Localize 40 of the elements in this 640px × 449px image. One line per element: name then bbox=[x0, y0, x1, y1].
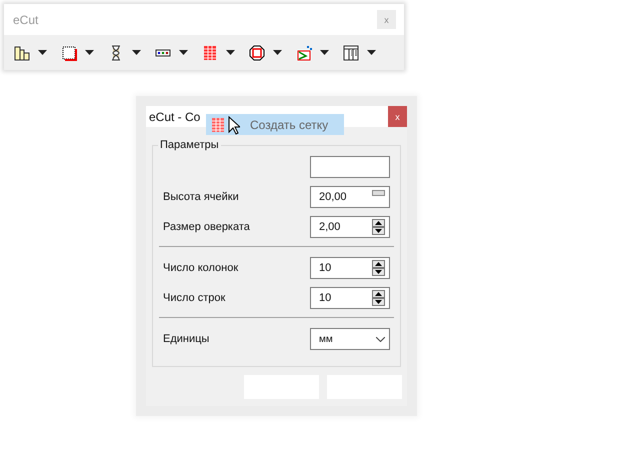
field-label: Размер оверката bbox=[163, 221, 250, 233]
spinner-icon[interactable] bbox=[372, 290, 385, 306]
window-title: eCut bbox=[13, 12, 38, 26]
spin-field[interactable]: 10 bbox=[310, 287, 390, 309]
field-value: 10 bbox=[319, 262, 332, 274]
field-label: Число колонок bbox=[163, 262, 238, 274]
field-value: мм bbox=[319, 334, 333, 344]
octagon-square-icon[interactable] bbox=[249, 44, 265, 60]
field-value: 10 bbox=[319, 292, 332, 304]
cursor-icon bbox=[228, 116, 240, 135]
dropdown-arrow-icon[interactable] bbox=[179, 50, 188, 55]
dialog-title: eCut - Со bbox=[149, 110, 200, 124]
dropdown-arrow-icon[interactable] bbox=[367, 50, 376, 55]
dropdown-field[interactable]: мм bbox=[310, 328, 390, 350]
dropdown-arrow-icon[interactable] bbox=[132, 50, 141, 55]
field-label: Высота ячейки bbox=[163, 191, 239, 203]
field-label: Единицы bbox=[163, 333, 210, 345]
dropdown-arrow-icon[interactable] bbox=[273, 50, 282, 55]
spinner-icon[interactable] bbox=[372, 260, 385, 276]
dropdown-arrow-icon[interactable] bbox=[320, 50, 329, 55]
group-title: Параметры bbox=[159, 139, 220, 151]
dropdown-arrow-icon[interactable] bbox=[38, 50, 47, 55]
drag-label: Создать сетку bbox=[250, 118, 328, 132]
dropdown-arrow-icon[interactable] bbox=[226, 50, 235, 55]
spin-field[interactable]: 10 bbox=[310, 257, 390, 279]
field-value: 20,00 bbox=[319, 191, 347, 203]
field-label: Число строк bbox=[163, 292, 226, 304]
field-value: 2,00 bbox=[319, 221, 340, 233]
grid-icon[interactable] bbox=[210, 116, 226, 132]
spin-field[interactable]: 2,00 bbox=[310, 216, 390, 238]
spin-field[interactable]: 20,00 bbox=[310, 186, 390, 208]
dropdown-arrow-icon[interactable] bbox=[85, 50, 94, 55]
grid-icon[interactable] bbox=[202, 44, 218, 60]
spinner-icon[interactable] bbox=[372, 219, 385, 235]
input-field[interactable] bbox=[310, 156, 390, 178]
square-frame-icon[interactable] bbox=[61, 44, 77, 60]
table-layout-icon[interactable] bbox=[343, 44, 359, 60]
stacked-boxes-icon[interactable] bbox=[14, 44, 30, 60]
close-button[interactable]: x bbox=[388, 106, 407, 127]
chevron-down-icon[interactable] bbox=[376, 336, 385, 342]
